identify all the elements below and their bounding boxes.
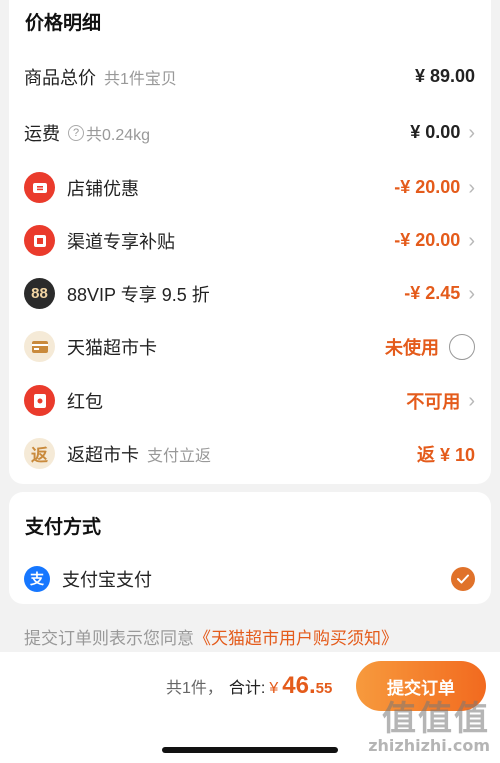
payment-card: 支付方式 支 支付宝支付	[9, 492, 491, 604]
home-indicator	[162, 747, 338, 753]
bottom-checkout-bar: 共1件， 合计: ¥ 46. 55 提交订单 值值值 zhizhizhi.com	[0, 652, 500, 763]
store-discount-value: -¥ 20.00	[394, 177, 461, 197]
chevron-right-icon: ›	[468, 121, 475, 144]
chevron-right-icon: ›	[468, 282, 475, 305]
payment-method-alipay[interactable]: 支 支付宝支付	[9, 552, 491, 605]
watermark-url: zhizhizhi.com	[368, 736, 490, 755]
agreement-text: 提交订单则表示您同意《天猫超市用户购买须知》	[24, 624, 398, 649]
channel-subsidy-value: -¥ 20.00	[394, 230, 461, 250]
total-label: 合计:	[228, 680, 266, 697]
rebate-icon: 返	[24, 438, 55, 469]
agreement-prefix: 提交订单则表示您同意	[24, 629, 194, 648]
currency-symbol: ¥	[269, 680, 279, 697]
rebate-label: 返超市卡	[67, 444, 139, 465]
watermark-logo: 值值值	[382, 699, 490, 739]
order-confirm-page: 价格明细 商品总价 共1件宝贝 ¥ 89.00 运费 ? 共0.24kg ¥ 0…	[0, 0, 500, 763]
supermarket-card-label: 天猫超市卡	[67, 337, 157, 358]
use-card-radio[interactable]	[449, 333, 475, 360]
price-details-card: 价格明细 商品总价 共1件宝贝 ¥ 89.00 运费 ? 共0.24kg ¥ 0…	[9, 0, 491, 484]
supermarket-card-icon	[24, 331, 55, 362]
help-icon[interactable]: ?	[68, 124, 84, 141]
total-integer: 46.	[282, 672, 316, 699]
chevron-right-icon: ›	[468, 229, 475, 252]
total-decimal: 55	[315, 680, 333, 697]
chevron-right-icon: ›	[468, 389, 475, 412]
row-supermarket-card[interactable]: 天猫超市卡 未使用	[9, 320, 491, 373]
row-shipping[interactable]: 运费 ? 共0.24kg ¥ 0.00 ›	[9, 106, 491, 159]
goods-total-value: ¥ 89.00	[414, 66, 475, 86]
red-packet-status: 不可用	[406, 391, 461, 412]
vip-discount-value: -¥ 2.45	[404, 283, 461, 303]
shipping-value: ¥ 0.00	[410, 122, 461, 142]
chevron-right-icon: ›	[468, 176, 475, 199]
goods-count-sub: 共1件宝贝	[104, 70, 177, 88]
vip-discount-label: 88VIP 专享 9.5 折	[67, 284, 210, 305]
channel-subsidy-label: 渠道专享补贴	[67, 231, 175, 252]
row-channel-subsidy[interactable]: 渠道专享补贴 -¥ 20.00 ›	[9, 214, 491, 267]
vip-88-icon: 88	[24, 278, 55, 309]
goods-total-label: 商品总价	[24, 67, 96, 88]
rebate-value: 返 ¥ 10	[416, 444, 475, 465]
red-packet-label: 红包	[67, 391, 103, 412]
row-rebate-card: 返 返超市卡 支付立返 返 ¥ 10	[9, 427, 491, 480]
row-red-packet[interactable]: 红包 不可用 ›	[9, 374, 491, 427]
row-store-discount[interactable]: 店铺优惠 -¥ 20.00 ›	[9, 161, 491, 214]
channel-subsidy-icon	[24, 225, 55, 256]
alipay-icon: 支	[24, 565, 50, 592]
selected-check-icon[interactable]	[451, 566, 475, 591]
rebate-sub: 支付立返	[147, 447, 212, 465]
watermark: 值值值 zhizhizhi.com	[368, 702, 490, 755]
shipping-label: 运费	[24, 123, 60, 144]
payment-section-title: 支付方式	[25, 517, 102, 538]
red-packet-icon	[24, 385, 55, 416]
agreement-link[interactable]: 《天猫超市用户购买须知》	[194, 629, 398, 648]
shipping-weight-sub: 共0.24kg	[86, 126, 151, 144]
row-goods-total: 商品总价 共1件宝贝 ¥ 89.00	[9, 50, 491, 103]
price-section-title: 价格明细	[25, 13, 102, 34]
store-discount-icon	[24, 172, 55, 203]
alipay-label: 支付宝支付	[62, 569, 152, 590]
row-88vip[interactable]: 88 88VIP 专享 9.5 折 -¥ 2.45 ›	[9, 267, 491, 320]
supermarket-card-status: 未使用	[385, 337, 439, 358]
store-discount-label: 店铺优惠	[67, 178, 139, 199]
item-count: 共1件，	[166, 680, 223, 697]
order-summary: 共1件， 合计: ¥ 46. 55	[166, 672, 332, 700]
